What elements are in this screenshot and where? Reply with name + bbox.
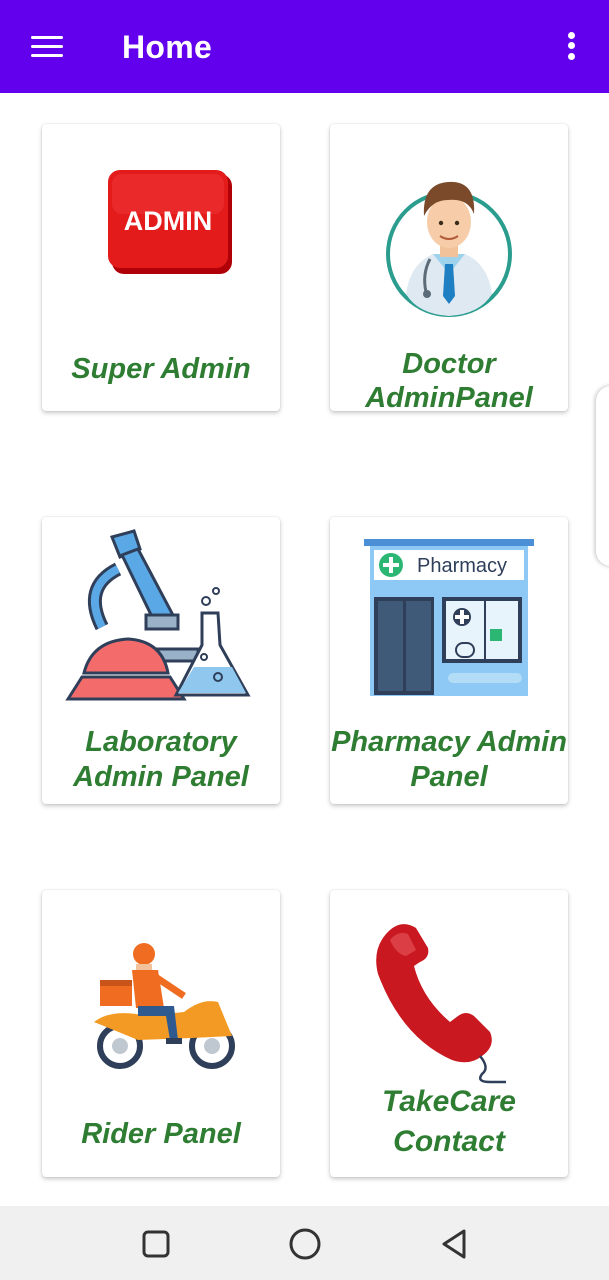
card-laboratory-admin-panel[interactable]: Laboratory Admin Panel [42, 517, 280, 804]
card-label: TakeCare Contact [382, 1085, 516, 1158]
telephone-handset-icon [376, 924, 506, 1084]
page-title: Home [122, 29, 213, 65]
recents-square-icon[interactable] [134, 1222, 178, 1266]
card-takecare-contact[interactable]: TakeCare Contact [330, 890, 568, 1177]
pharmacy-sign-text: Pharmacy [417, 555, 507, 577]
home-circle-icon[interactable] [283, 1222, 327, 1266]
doctor-icon [386, 181, 512, 317]
card-label: Super Admin [71, 353, 251, 385]
admin-badge-text: ADMIN [124, 206, 213, 236]
edge-panel-handle[interactable] [596, 386, 609, 566]
card-super-admin[interactable]: ADMIN Super Admin [42, 124, 280, 411]
system-navigation-bar [0, 1206, 609, 1280]
card-pharmacy-admin-panel[interactable]: Pharmacy Pharmacy Admin Panel [330, 517, 568, 804]
hamburger-menu-icon[interactable] [22, 28, 74, 66]
card-doctor-admin-panel[interactable]: Doctor AdminPanel [330, 124, 568, 411]
admin-badge-icon: ADMIN [108, 170, 232, 274]
card-label: Laboratory Admin Panel [73, 726, 249, 793]
back-triangle-icon[interactable] [432, 1222, 476, 1266]
card-label: Pharmacy Admin Panel [331, 726, 567, 793]
delivery-rider-icon [94, 943, 235, 1069]
microscope-icon [65, 529, 251, 701]
card-label: Doctor AdminPanel [365, 348, 533, 411]
card-rider-panel[interactable]: Rider Panel [42, 890, 280, 1177]
more-vert-icon[interactable] [552, 26, 590, 66]
card-label: Rider Panel [81, 1118, 241, 1150]
pharmacy-store-icon: Pharmacy [364, 539, 534, 696]
app-bar: Home [0, 0, 609, 93]
